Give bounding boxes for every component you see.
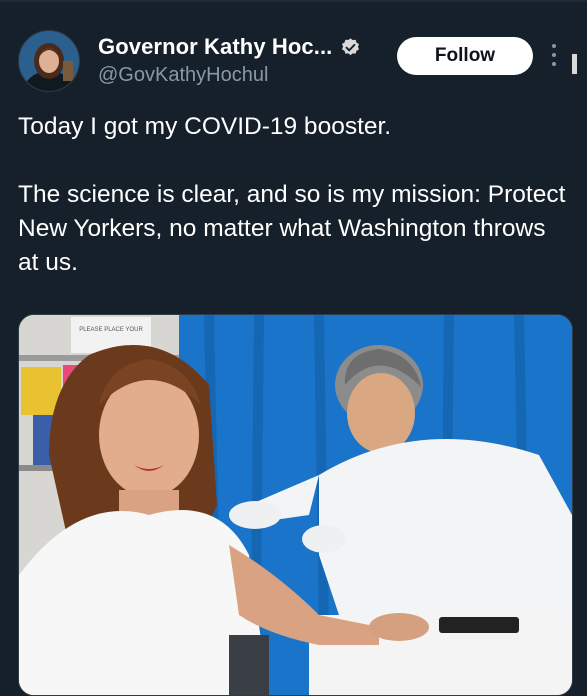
- author-name-row: Governor Kathy Hoc...: [98, 34, 361, 60]
- follow-button[interactable]: Follow: [397, 37, 533, 75]
- profile-photo-icon: [19, 31, 79, 91]
- display-name[interactable]: Governor Kathy Hoc...: [98, 34, 332, 60]
- photo-vaccination-scene: PLEASE PLACE YOUR: [19, 315, 572, 695]
- avatar[interactable]: [18, 30, 80, 92]
- verified-badge-icon: [342, 37, 360, 55]
- author-handle[interactable]: @GovKathyHochul: [98, 64, 268, 87]
- tweet-header: Governor Kathy Hoc... @GovKathyHochul Fo…: [16, 30, 576, 94]
- scroll-indicator: [572, 54, 577, 74]
- sign-text: PLEASE PLACE YOUR: [79, 327, 143, 333]
- top-divider: [0, 0, 587, 2]
- more-vertical-icon[interactable]: [551, 44, 557, 70]
- tweet-text: Today I got my COVID-19 booster. The sci…: [18, 113, 566, 276]
- tweet-photo[interactable]: PLEASE PLACE YOUR: [18, 314, 573, 696]
